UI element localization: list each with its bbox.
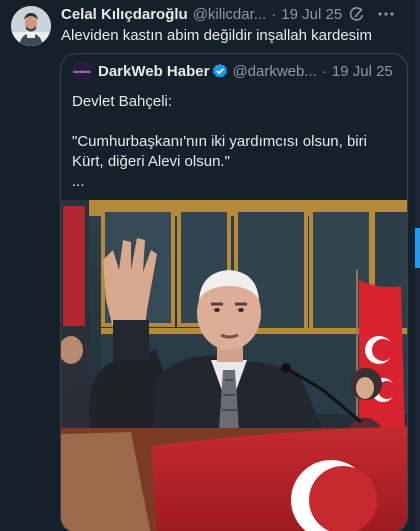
tweet-text: Aleviden kastın abim değildir inşallah k… xyxy=(61,27,372,44)
author-avatar[interactable] xyxy=(11,6,51,46)
scrollbar[interactable] xyxy=(415,0,420,531)
grok-icon[interactable] xyxy=(349,6,365,22)
more-icon[interactable] xyxy=(377,5,395,23)
quoted-author-avatar[interactable]: DarkWeb xyxy=(72,61,92,81)
quoted-separator-dot: · xyxy=(321,62,327,80)
quoted-text-line1: Devlet Bahçeli: xyxy=(72,93,173,110)
quoted-tweet-photo[interactable] xyxy=(61,200,407,531)
quoted-tweet-text: Devlet Bahçeli: "Cumhurbaşkanı'nın iki y… xyxy=(72,92,395,212)
quoted-text-line2: "Cumhurbaşkanı'nın iki yardımcısı olsun,… xyxy=(72,133,367,170)
separator-dot: · xyxy=(271,5,277,23)
quoted-tweet-header: DarkWeb DarkWeb Haber @darkweb... · 19 J… xyxy=(72,61,399,81)
speaker-photo-illustration xyxy=(61,200,407,531)
author-handle[interactable]: @kilicdar... xyxy=(193,6,267,23)
quoted-text-ellipsis: ... xyxy=(72,173,85,190)
tweet-header: Celal Kılıçdaroğlu @kilicdar... · 19 Jul… xyxy=(61,5,410,23)
quoted-avatar-logo: DarkWeb xyxy=(73,68,91,74)
quoted-author-name[interactable]: DarkWeb Haber xyxy=(98,63,209,80)
scrollbar-thumb[interactable] xyxy=(415,228,420,268)
quoted-tweet-date[interactable]: 19 Jul 25 xyxy=(332,63,393,80)
verified-badge-icon xyxy=(213,63,228,78)
quoted-tweet-card[interactable]: DarkWeb DarkWeb Haber @darkweb... · 19 J… xyxy=(60,53,408,531)
author-name[interactable]: Celal Kılıçdaroğlu xyxy=(61,6,188,23)
tweet-date[interactable]: 19 Jul 25 xyxy=(281,6,342,23)
quoted-author-handle[interactable]: @darkweb... xyxy=(232,63,316,80)
